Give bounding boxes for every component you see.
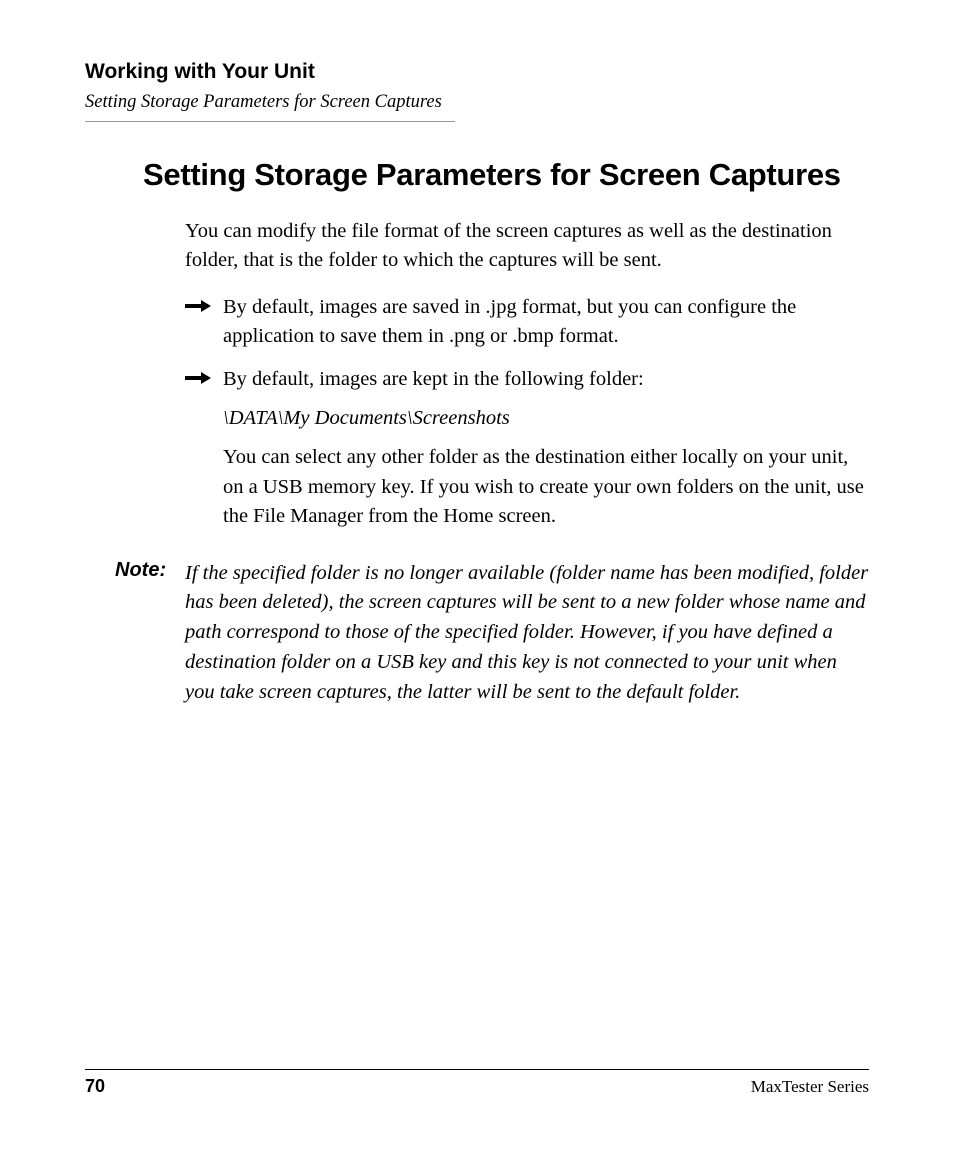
section-subtitle: Setting Storage Parameters for Screen Ca… — [85, 92, 869, 113]
list-item: By default, images are kept in the follo… — [185, 365, 869, 531]
note-text: If the specified folder is no longer ava… — [185, 559, 869, 708]
arrow-icon — [185, 299, 211, 313]
arrow-icon — [185, 371, 211, 385]
header-rule — [85, 121, 455, 122]
list-item: By default, images are saved in .jpg for… — [185, 293, 869, 351]
page-number: 70 — [85, 1076, 105, 1097]
bullet-list: By default, images are saved in .jpg for… — [185, 293, 869, 531]
intro-paragraph: You can modify the file format of the sc… — [185, 217, 869, 275]
note-label: Note: — [115, 559, 185, 708]
bullet-text: By default, images are kept in the follo… — [223, 368, 644, 390]
bullet-text: By default, images are saved in .jpg for… — [223, 296, 796, 347]
body-content: You can modify the file format of the sc… — [185, 217, 869, 531]
document-series: MaxTester Series — [751, 1077, 869, 1097]
main-heading: Setting Storage Parameters for Screen Ca… — [143, 156, 863, 195]
chapter-title: Working with Your Unit — [85, 60, 869, 84]
note-block: Note: If the specified folder is no long… — [115, 559, 869, 708]
folder-path: \DATA\My Documents\Screenshots — [223, 404, 869, 433]
bullet-continuation: You can select any other folder as the d… — [223, 443, 869, 530]
document-page: Working with Your Unit Setting Storage P… — [0, 0, 954, 1159]
running-header: Working with Your Unit Setting Storage P… — [85, 60, 869, 122]
page-footer: 70 MaxTester Series — [85, 1069, 869, 1097]
